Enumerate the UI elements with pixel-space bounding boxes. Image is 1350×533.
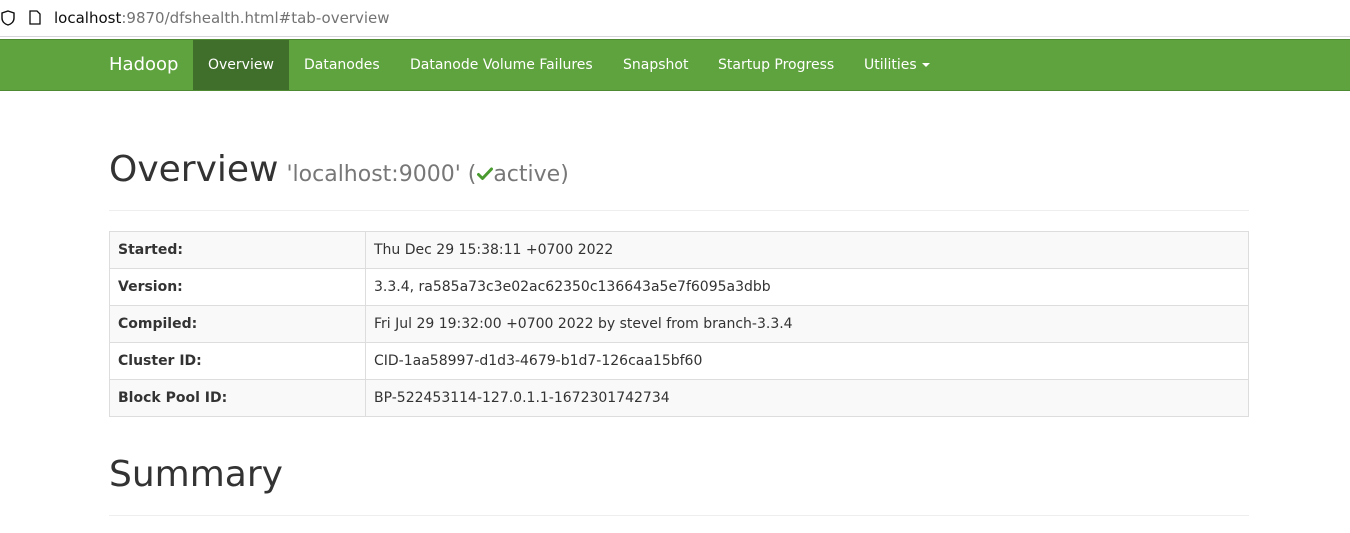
summary-title: Summary	[109, 454, 283, 495]
page-icon	[29, 10, 41, 25]
overview-title: Overview	[109, 149, 279, 190]
row-label-version: Version:	[109, 268, 366, 306]
row-value-started: Thu Dec 29 15:38:11 +0700 2022	[365, 231, 1249, 269]
nav-snapshot[interactable]: Snapshot	[623, 40, 688, 90]
brand-link[interactable]: Hadoop	[109, 40, 178, 90]
row-label-started: Started:	[109, 231, 366, 269]
table-row: Compiled: Fri Jul 29 19:32:00 +0700 2022…	[109, 305, 1249, 343]
url-path: :9870/dfshealth.html#tab-overview	[121, 9, 390, 27]
row-value-cluster-id: CID-1aa58997-d1d3-4679-b1d7-126caa15bf60	[365, 342, 1249, 380]
table-row: Cluster ID: CID-1aa58997-d1d3-4679-b1d7-…	[109, 342, 1249, 380]
row-value-block-pool-id: BP-522453114-127.0.1.1-1672301742734	[365, 379, 1249, 417]
nav-datanodes[interactable]: Datanodes	[304, 40, 380, 90]
row-value-compiled: Fri Jul 29 19:32:00 +0700 2022 by stevel…	[365, 305, 1249, 343]
url-host: localhost	[54, 9, 122, 27]
page-title: Overview 'localhost:9000' ( active)	[109, 145, 1249, 200]
browser-url-bar[interactable]: localhost:9870/dfshealth.html#tab-overvi…	[0, 0, 1350, 37]
status-close: )	[560, 162, 569, 187]
overview-header: Overview 'localhost:9000' ( active)	[109, 145, 1249, 211]
nav-datanode-volume-failures[interactable]: Datanode Volume Failures	[410, 40, 593, 90]
url-text[interactable]: localhost:9870/dfshealth.html#tab-overvi…	[54, 9, 390, 28]
table-row: Version: 3.3.4, ra585a73c3e02ac62350c136…	[109, 268, 1249, 306]
shield-icon[interactable]	[1, 10, 15, 26]
summary-header: Summary	[109, 450, 1249, 516]
nav-startup-progress[interactable]: Startup Progress	[718, 40, 834, 90]
table-row: Started: Thu Dec 29 15:38:11 +0700 2022	[109, 231, 1249, 269]
nav-utilities-dropdown[interactable]: Utilities	[864, 40, 930, 90]
overview-info-table: Started: Thu Dec 29 15:38:11 +0700 2022 …	[109, 231, 1249, 417]
check-icon	[477, 167, 494, 180]
namenode-host: 'localhost:9000' (	[286, 162, 477, 187]
namenode-state: active	[493, 162, 561, 187]
row-label-compiled: Compiled:	[109, 305, 366, 343]
row-value-version: 3.3.4, ra585a73c3e02ac62350c136643a5e7f6…	[365, 268, 1249, 306]
namenode-status: 'localhost:9000' ( active)	[287, 162, 569, 187]
nav-overview[interactable]: Overview	[193, 40, 289, 90]
table-row: Block Pool ID: BP-522453114-127.0.1.1-16…	[109, 379, 1249, 417]
row-label-cluster-id: Cluster ID:	[109, 342, 366, 380]
top-navbar: Hadoop Overview Datanodes Datanode Volum…	[0, 39, 1350, 91]
row-label-block-pool-id: Block Pool ID:	[109, 379, 366, 417]
nav-utilities-label: Utilities	[864, 57, 917, 73]
caret-down-icon	[921, 63, 930, 67]
